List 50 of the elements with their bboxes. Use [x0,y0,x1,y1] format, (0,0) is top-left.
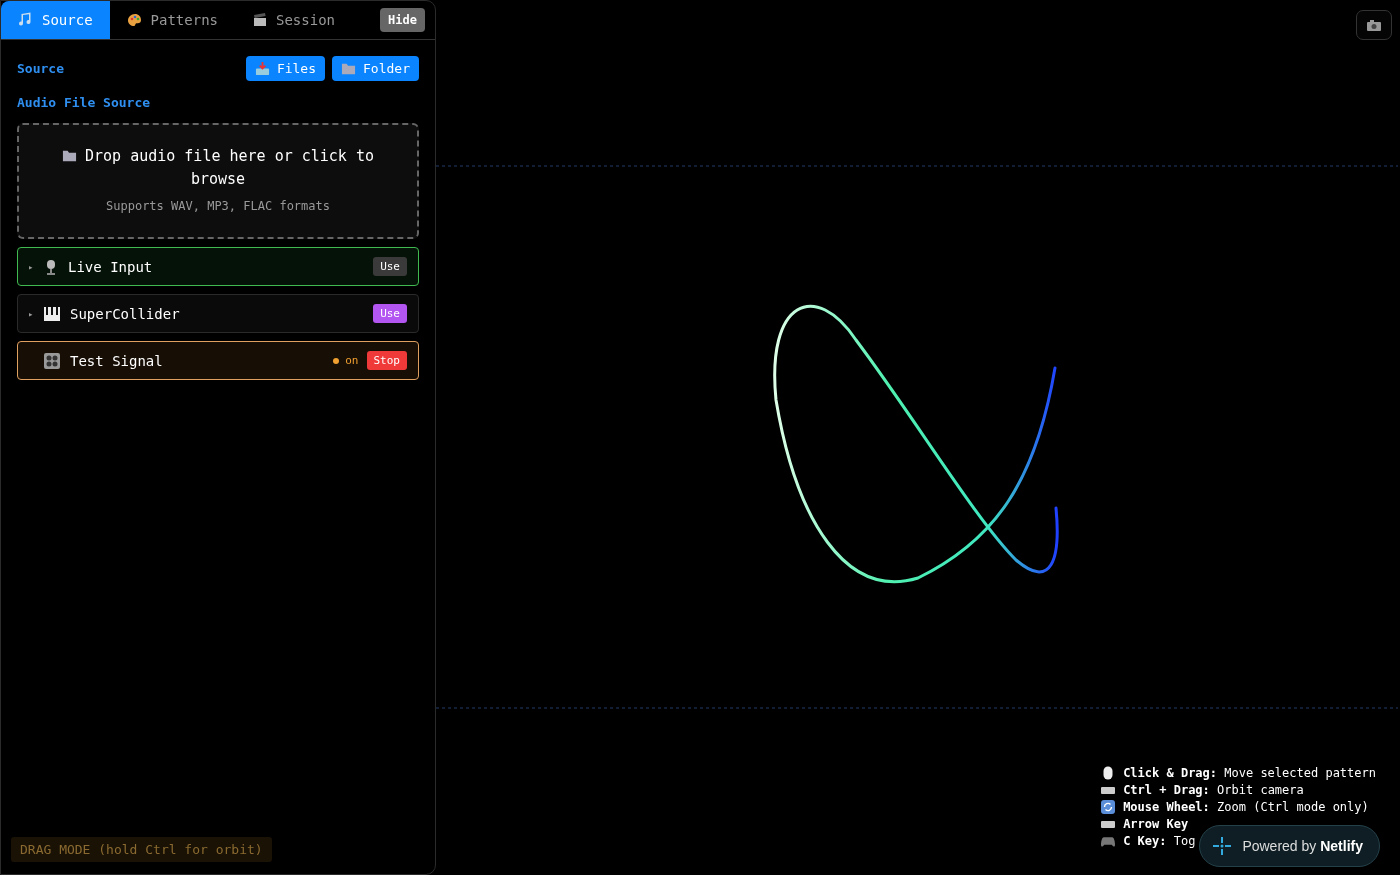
section-title: Source [17,61,64,76]
keyboard-icon [1101,820,1116,828]
drop-zone-text: Drop audio file here or click to browse [53,145,383,191]
expand-toggle[interactable]: ▸ [28,308,36,319]
screenshot-button[interactable] [1356,10,1392,40]
music-note-icon [18,12,34,28]
piano-keys-icon [44,306,60,321]
help-text: Arrow Key [1123,816,1189,832]
powered-by-badge[interactable]: Powered by Netlify [1199,825,1380,867]
netlify-logo-icon [1212,836,1233,856]
badge-text: Powered by Netlify [1242,838,1363,854]
source-label: Test Signal [70,352,163,369]
source-action-button[interactable]: Use [373,304,407,323]
gamepad-icon [1101,835,1116,847]
hide-button[interactable]: Hide [380,8,425,32]
source-row[interactable]: ▸ Live Input Use [17,247,419,286]
source-label: Live Input [68,258,153,275]
waveform-curve[interactable] [773,305,1059,583]
help-text: Mouse Wheel: Zoom (Ctrl mode only) [1123,799,1369,815]
clapperboard-icon [252,12,268,28]
help-text: Click & Drag: Move selected pattern [1123,765,1376,781]
status-text: on [345,354,359,367]
source-row[interactable]: ▸ SuperCollider Use [17,294,419,333]
panel-tab[interactable]: Session [235,1,353,39]
inbox-tray-icon [254,61,270,76]
mouse-icon [1101,766,1116,780]
folder-icon [62,148,77,163]
folder-icon [341,61,357,76]
source-action-button[interactable]: Stop [366,351,407,370]
source-action-button[interactable]: Use [373,257,407,276]
source-label: SuperCollider [70,305,180,322]
expand-toggle[interactable]: ▸ [28,261,36,272]
help-text: C Key: Tog [1123,833,1196,849]
keyboard-icon [1101,786,1116,794]
status-dot [333,357,340,364]
panel-tab[interactable]: Source [1,1,110,39]
source-button[interactable]: Files [245,56,326,81]
panel-tab[interactable]: Patterns [109,1,235,39]
drop-zone[interactable]: Drop audio file here or click to browse Supports WAV, MP3, FLAC formats [17,123,419,239]
camera-icon [1367,19,1381,31]
mode-banner: DRAG MODE (hold Ctrl for orbit) [11,837,272,862]
source-button[interactable]: Folder [332,56,419,81]
source-row[interactable]: Test Signal on Stop [17,341,419,380]
control-knobs-icon [44,352,60,369]
microphone-icon [44,258,58,275]
palette-icon [126,12,143,28]
help-text: Ctrl + Drag: Orbit camera [1123,782,1304,798]
format-hint: Supports WAV, MP3, FLAC formats [106,199,330,213]
subsection-title: Audio File Source [17,95,152,110]
refresh-icon [1101,800,1116,814]
